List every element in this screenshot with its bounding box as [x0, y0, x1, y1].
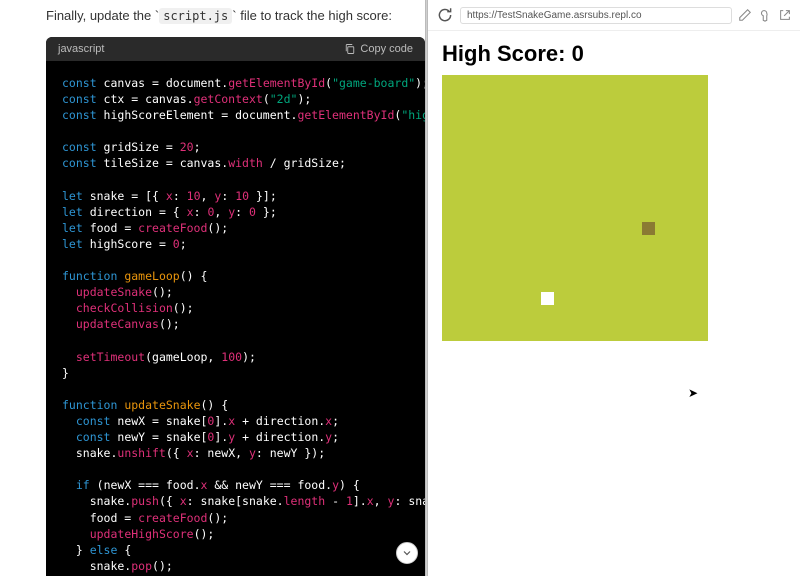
- scroll-down-button[interactable]: [396, 542, 418, 564]
- clipboard-icon: [344, 43, 356, 55]
- copy-code-label: Copy code: [360, 43, 413, 55]
- inline-code-filename: script.js: [159, 8, 232, 24]
- code-body[interactable]: const canvas = document.getElementById("…: [46, 61, 425, 576]
- reload-icon: [436, 6, 454, 24]
- pencil-icon: [738, 8, 752, 22]
- copy-code-button[interactable]: Copy code: [344, 43, 413, 55]
- edit-button[interactable]: [738, 8, 752, 22]
- food-cell: [642, 222, 655, 235]
- open-external-button[interactable]: [778, 8, 792, 22]
- code-header: javascript Copy code: [46, 37, 425, 61]
- high-score-label: High Score: 0: [442, 41, 786, 67]
- game-board[interactable]: [442, 75, 708, 341]
- browser-bar: [428, 0, 800, 31]
- instruction-prefix: Finally, update the: [46, 8, 155, 23]
- chevron-down-icon: [401, 547, 413, 559]
- chat-panel: Finally, update the `script.js` file to …: [0, 0, 425, 576]
- game-view: High Score: 0: [428, 31, 800, 351]
- wrench-icon: [758, 8, 772, 22]
- instruction-suffix: file to track the high score:: [237, 8, 392, 23]
- external-link-icon: [778, 8, 792, 22]
- preview-panel: High Score: 0: [428, 0, 800, 576]
- code-lang-label: javascript: [58, 43, 104, 55]
- score-value: 0: [572, 41, 584, 66]
- code-block: javascript Copy code const canvas = docu…: [46, 37, 425, 576]
- devtools-button[interactable]: [758, 8, 772, 22]
- snake-cell: [541, 292, 554, 305]
- instruction-text: Finally, update the `script.js` file to …: [46, 8, 425, 23]
- url-input[interactable]: [460, 7, 732, 24]
- reload-button[interactable]: [436, 6, 454, 24]
- score-prefix: High Score:: [442, 41, 572, 66]
